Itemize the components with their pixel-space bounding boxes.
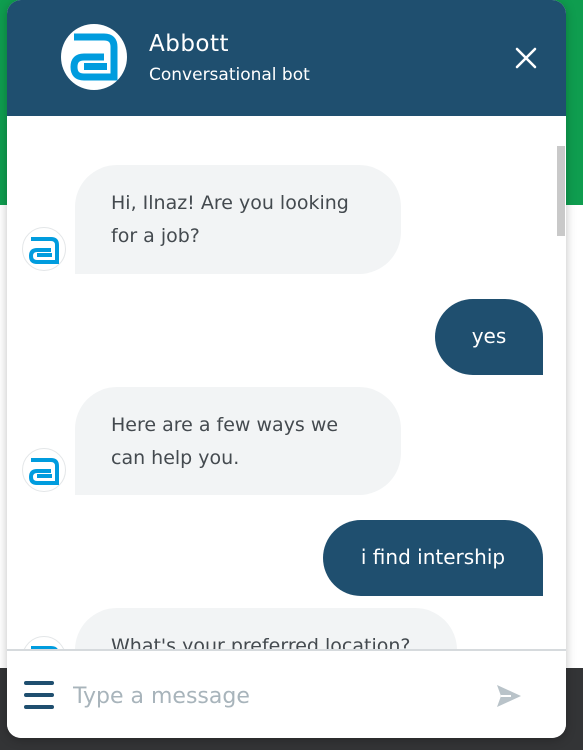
message-scrollbar[interactable] [557, 146, 565, 236]
abbott-logo-icon [61, 24, 127, 90]
bot-avatar-icon [22, 227, 66, 271]
bot-message: Hi, Ilnaz! Are you looking for a job? [75, 165, 401, 274]
message-composer [7, 649, 566, 738]
bot-avatar-icon [22, 448, 66, 492]
bot-subtitle: Conversational bot [149, 65, 310, 85]
chat-header: Abbott Conversational bot [7, 0, 566, 116]
message-input[interactable] [71, 671, 475, 721]
bot-avatar-icon [22, 636, 66, 649]
bot-message: Here are a few ways we can help you. [75, 387, 401, 495]
bot-title: Abbott [149, 31, 230, 57]
hamburger-menu-icon[interactable] [24, 681, 54, 709]
user-message: yes [435, 299, 543, 375]
bot-message: What's your preferred location? [75, 608, 457, 649]
message-list[interactable]: Hi, Ilnaz! Are you looking for a job? ye… [7, 116, 566, 649]
send-icon[interactable] [495, 683, 523, 709]
user-message: i find intership [323, 520, 543, 596]
close-icon[interactable] [513, 45, 539, 71]
chat-widget: Abbott Conversational bot Hi, Ilnaz! Are… [7, 0, 566, 738]
